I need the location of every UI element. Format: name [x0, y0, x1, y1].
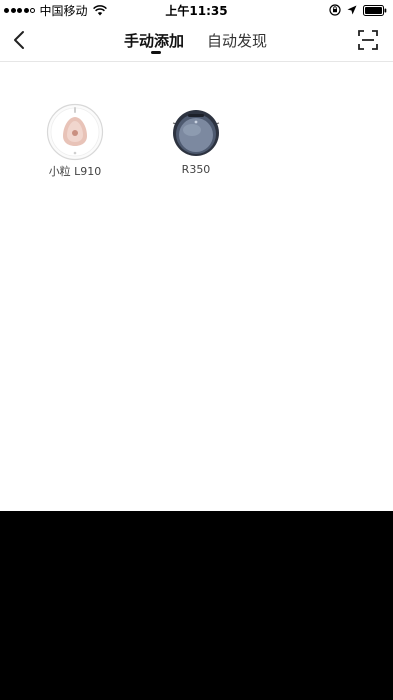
scan-button[interactable] [357, 29, 379, 51]
tab-bar: 手动添加 自动发现 [0, 20, 393, 62]
tab-manual-add[interactable]: 手动添加 [124, 30, 184, 51]
app-view: 中国移动 上午11:35 手动添加 自动发现 小粒 L910 R350 [0, 0, 393, 511]
device-item-l910[interactable]: 小粒 L910 [40, 103, 110, 179]
active-tab-indicator [151, 51, 161, 54]
orientation-lock-icon [329, 4, 341, 16]
robot-vacuum-white-icon [46, 103, 104, 161]
tab-auto-discover[interactable]: 自动发现 [207, 30, 267, 51]
device-label: 小粒 L910 [48, 165, 102, 178]
navigation-bar: 手动添加 自动发现 [0, 20, 393, 62]
screen: 中国移动 上午11:35 手动添加 自动发现 小粒 L910 R350 [0, 0, 393, 700]
device-item-r350[interactable]: R350 [161, 103, 231, 176]
battery-icon [363, 4, 387, 16]
status-right [323, 3, 387, 17]
scan-icon [358, 30, 378, 50]
robot-vacuum-dark-icon [172, 110, 220, 156]
location-arrow-icon [347, 5, 357, 15]
status-bar: 中国移动 上午11:35 [0, 0, 393, 20]
device-label: R350 [181, 163, 211, 176]
